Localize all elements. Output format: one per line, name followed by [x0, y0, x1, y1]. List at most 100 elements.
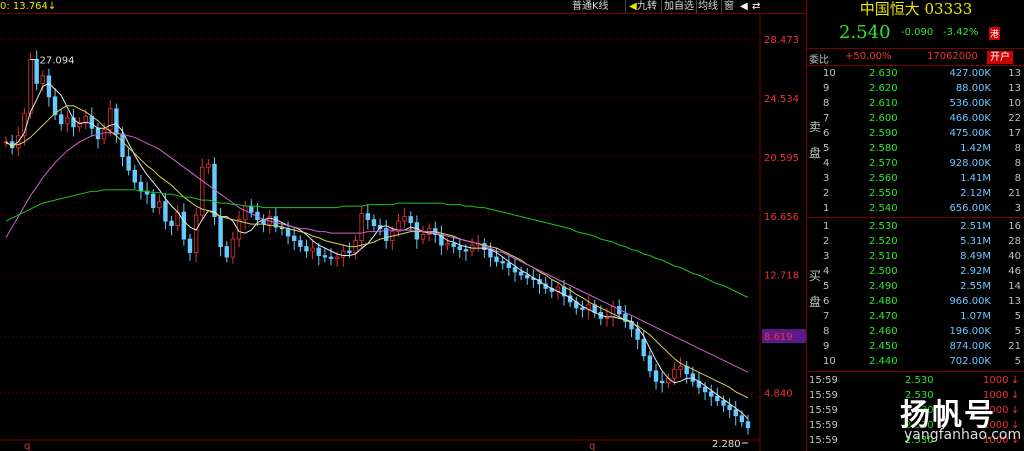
candle-body	[101, 129, 107, 140]
order-level: 2	[823, 188, 830, 199]
tick-vol: 1000	[983, 405, 1009, 416]
candle-body	[157, 201, 162, 209]
order-level: 5	[823, 281, 830, 292]
weibi-label: 委比	[809, 55, 829, 66]
tick-time: 15:59	[809, 435, 838, 446]
chart-annotations: 27.094 2.280 q q	[24, 56, 748, 451]
tick-vol: 1000	[983, 435, 1009, 446]
candle-body	[525, 274, 530, 279]
candle-body	[224, 246, 229, 258]
order-vol: 656.00K	[949, 203, 991, 214]
candle-body	[328, 256, 334, 259]
candle-body	[659, 380, 665, 384]
order-level: 4	[823, 158, 830, 169]
candle-body	[678, 365, 683, 370]
order-level: 1	[823, 221, 830, 232]
order-vol: 88.00K	[955, 83, 991, 94]
tick-arrow: ↓	[1011, 420, 1020, 431]
order-vol: 5.31M	[960, 236, 991, 247]
candle-body	[457, 246, 462, 250]
order-price: 2.470	[869, 311, 898, 322]
order-vol: 8.49M	[960, 251, 991, 262]
high-label: 27.094	[40, 56, 75, 67]
candle-body	[58, 114, 64, 125]
order-n: 13	[1008, 296, 1021, 307]
nine-turn-button[interactable]: 九转	[637, 0, 657, 13]
order-price: 2.580	[869, 143, 898, 154]
y-tick-label: 24.534	[764, 94, 799, 105]
candle-body	[310, 247, 315, 252]
order-n: 3	[1014, 203, 1021, 214]
order-vol: 466.00K	[949, 113, 991, 124]
order-level: 3	[823, 251, 830, 262]
swap-arrows-icon[interactable]: ⇄	[752, 0, 760, 13]
order-n: 22	[1008, 113, 1021, 124]
ma-line-button[interactable]: 均线	[698, 0, 718, 13]
candle-body	[193, 214, 199, 253]
window-button[interactable]: 窗	[724, 0, 734, 13]
candle-body	[500, 261, 505, 264]
order-n: 21	[1008, 188, 1021, 199]
candle-body	[40, 75, 45, 84]
tick-price: 2.530	[905, 375, 934, 386]
candle-body	[230, 238, 236, 258]
order-n: 8	[1014, 143, 1021, 154]
order-n: 40	[1008, 251, 1021, 262]
order-book-row: 4 2.570 928.00K 8	[807, 156, 1024, 171]
candle-body	[709, 391, 714, 397]
order-book-row: 6 2.590 475.00K 17	[807, 126, 1024, 141]
toolbar-divider	[696, 0, 697, 13]
chart-type-button[interactable]: 普通K线	[572, 0, 609, 13]
chart-toolbar: 0: 13.764↓ 普通K线 ◀ 九转 加自选 均线 窗 ◀ ⇄	[0, 0, 806, 14]
candle-body	[28, 59, 33, 114]
low-label: 2.280	[712, 439, 741, 450]
candle-body	[169, 220, 174, 226]
quote-panel: 中国恒大 03333 2.540 -0.090 -3.42% 港 委比 +50.…	[806, 0, 1024, 451]
candle-body	[34, 59, 39, 84]
order-vol: 1.42M	[960, 143, 991, 154]
price-change-pct: -3.42%	[943, 27, 979, 38]
candle-body	[672, 368, 677, 379]
order-n: 5	[1014, 326, 1021, 337]
kline-chart[interactable]: 28.473 24.534 20.595 16.656 12.718 8.619 4.840…	[0, 13, 806, 451]
open-account-button[interactable]: 开户	[987, 51, 1013, 64]
order-price: 2.540	[869, 203, 898, 214]
tick-arrow: ↓	[1011, 390, 1020, 401]
order-book-row: 6 2.480 966.00K 13	[807, 294, 1024, 309]
candle-body	[721, 400, 726, 406]
order-price: 2.550	[869, 188, 898, 199]
ma-line	[5, 189, 749, 298]
order-n: 28	[1008, 236, 1021, 247]
tick-price: 2.530	[905, 390, 934, 401]
candle-body	[506, 262, 512, 268]
pin-icon[interactable]: ◀	[629, 0, 637, 13]
order-n: 13	[1008, 83, 1021, 94]
order-level: 1	[823, 203, 830, 214]
order-vol: 1.07M	[960, 311, 991, 322]
order-n: 46	[1008, 266, 1021, 277]
order-price: 2.620	[869, 83, 898, 94]
candle-body	[408, 216, 413, 223]
candle-body	[580, 307, 585, 310]
weicha-value: 17062000	[927, 51, 978, 62]
add-watchlist-button[interactable]: 加自选	[664, 0, 694, 13]
candle-body	[702, 386, 708, 393]
candle-body	[65, 117, 70, 125]
bid-book: 买 盘 1 2.530 2.51M 16 2 2.520 5.31M 28 3 2.510 8.49…	[807, 219, 1024, 369]
order-book-row: 8 2.610 536.00K 10	[807, 96, 1024, 111]
order-price: 2.590	[869, 128, 898, 139]
order-level: 3	[823, 173, 830, 184]
order-book-row: 1 2.530 2.51M 16	[807, 219, 1024, 234]
tick-list: 15:59 2.530 1000 ↓ 15:59 2.530 1000 ↓ 15:59 2.530…	[807, 373, 1024, 451]
y-axis: 28.473 24.534 20.595 16.656 12.718 8.619 4.840	[762, 35, 806, 400]
price-change: -0.090	[901, 27, 934, 38]
order-level: 6	[823, 296, 830, 307]
candle-body	[138, 181, 144, 192]
order-n: 8	[1014, 158, 1021, 169]
toolbar-divider	[625, 0, 626, 13]
back-arrow-icon[interactable]: ◀	[740, 0, 748, 13]
order-book-row: 4 2.500 2.92M 46	[807, 264, 1024, 279]
y-tick-label: 20.595	[764, 153, 799, 164]
order-book-row: 8 2.460 196.00K 5	[807, 324, 1024, 339]
candle-body	[653, 370, 659, 382]
